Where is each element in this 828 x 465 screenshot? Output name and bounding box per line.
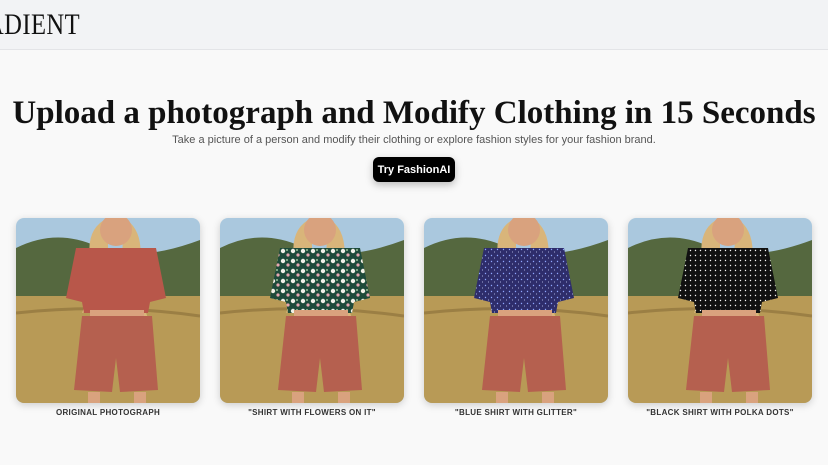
hero-subtitle: Take a picture of a person and modify th… bbox=[172, 134, 656, 146]
try-fashionai-button[interactable]: Try FashionAI bbox=[373, 157, 455, 182]
brand-logo[interactable]: ADIENT bbox=[0, 8, 80, 42]
gallery-caption-2: "SHIRT WITH FLOWERS ON IT" bbox=[248, 408, 376, 417]
gallery-image-3[interactable] bbox=[424, 218, 608, 403]
top-navigation-bar: ADIENT bbox=[0, 0, 828, 50]
gallery-caption-1: ORIGINAL PHOTOGRAPH bbox=[55, 408, 161, 417]
gallery-image-2[interactable] bbox=[220, 218, 404, 403]
hero-title: Upload a photograph and Modify Clothing … bbox=[12, 95, 816, 131]
gallery-image-1[interactable] bbox=[16, 218, 200, 403]
gallery-caption-4: "BLACK SHIRT WITH POLKA DOTS" bbox=[646, 408, 794, 417]
gallery-caption-3: "BLUE SHIRT WITH GLITTER" bbox=[454, 408, 578, 417]
gallery-image-4[interactable] bbox=[628, 218, 812, 403]
